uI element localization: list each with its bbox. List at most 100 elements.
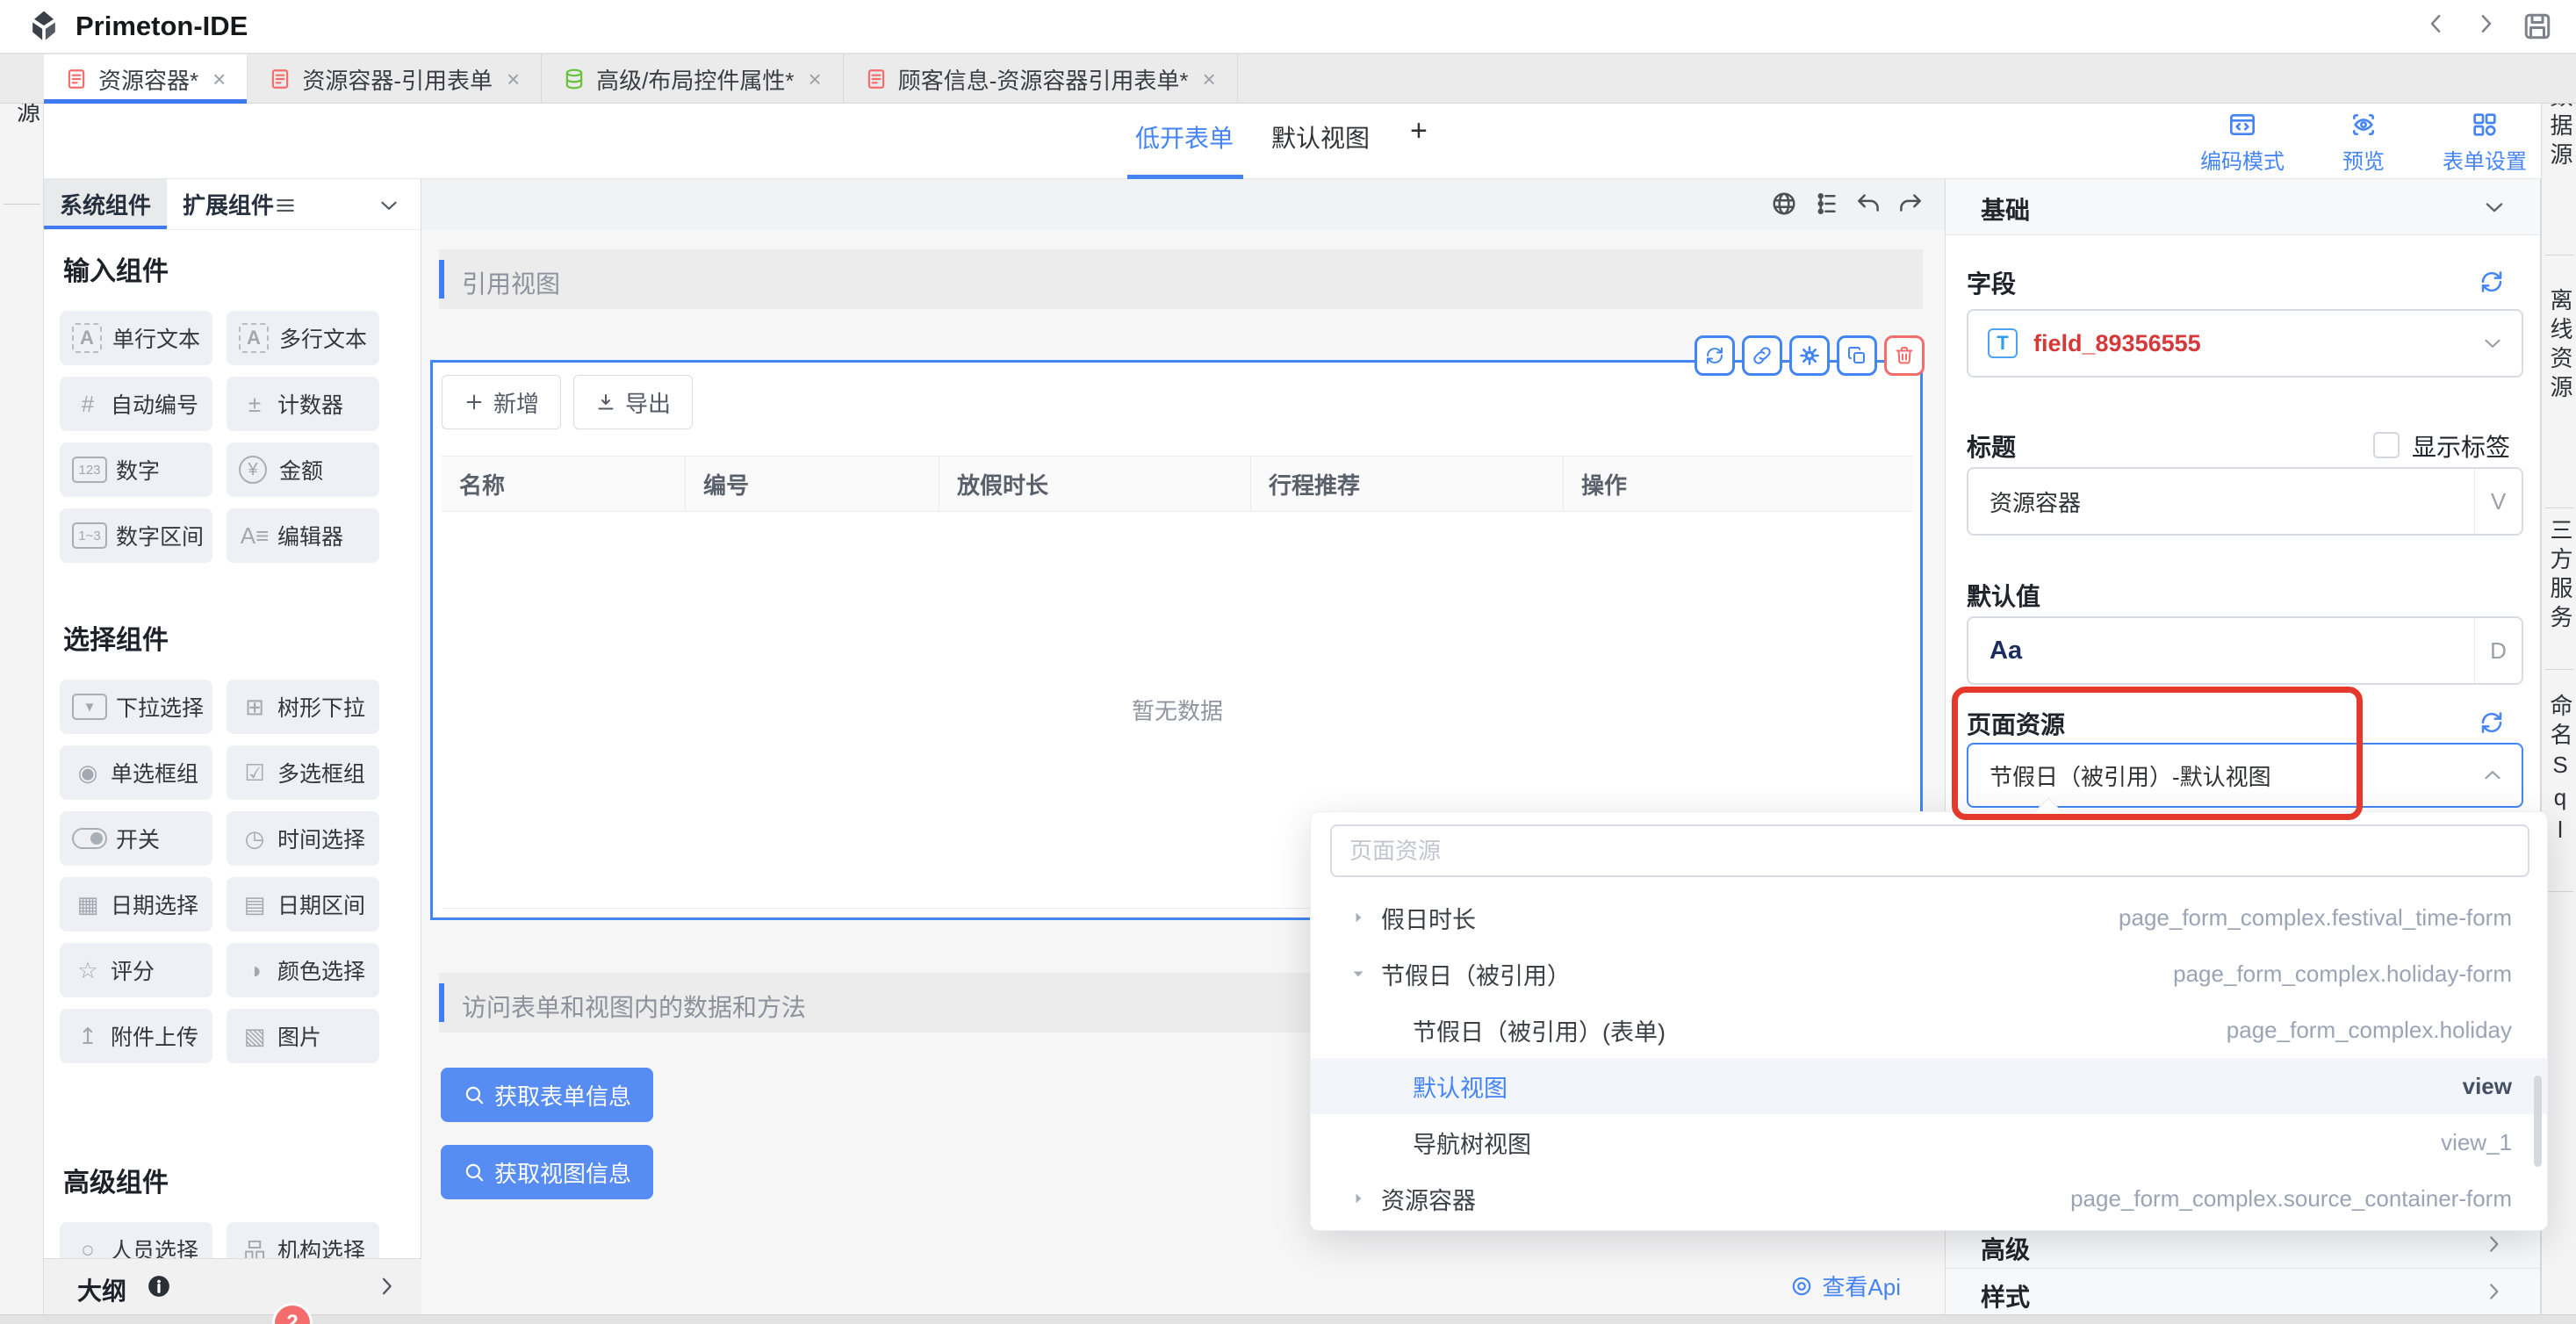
close-icon[interactable]: × [507,68,520,90]
palette-item[interactable]: ⊞树形下拉 [227,680,379,734]
scrollbar-thumb[interactable] [2534,1076,2542,1167]
chevron-down-icon [2481,332,2504,355]
close-icon[interactable]: × [212,68,226,90]
outline-expand-icon[interactable] [374,1274,399,1299]
palette-sections: 输入组件A单行文本A多行文本#自动编号±计数器123数字¥金额1~3数字区间A≡… [44,230,421,1258]
palette-collapse-icon[interactable] [378,194,400,217]
search-icon [463,1161,486,1184]
title-suffix-button[interactable]: V [2474,469,2522,534]
copy-button[interactable] [1837,335,1877,376]
palette-item[interactable]: A单行文本 [60,311,212,365]
palette-item[interactable]: ¥金额 [227,443,379,497]
palette-item[interactable]: ↥附件上传 [60,1009,212,1063]
get-view-info-button[interactable]: 获取视图信息 [441,1145,653,1199]
close-icon[interactable]: × [1202,68,1215,90]
section-style[interactable]: 样式 [1946,1268,2540,1315]
resource-tree-row[interactable]: 导航树视图 view_1 [1311,1114,2547,1170]
resource-tree-row[interactable]: 默认视图view [1311,1058,2547,1114]
resource-search-input[interactable] [1330,824,2529,877]
show-label-checkbox[interactable] [2373,432,2400,458]
link-button[interactable] [1742,335,1782,376]
nav-forward-icon[interactable] [2472,11,2499,42]
palette-item[interactable]: ▦日期选择 [60,877,212,932]
palette-item[interactable]: ◉单选框组 [60,745,212,800]
palette-item[interactable]: ▤日期区间 [227,877,379,932]
horizontal-scrollbar-track[interactable] [0,1314,2576,1324]
editor-tab[interactable]: 资源容器-引用表单× [248,54,542,104]
palette-item[interactable]: ▧图片 [227,1009,379,1063]
field-select[interactable]: T field_89356555 [1967,309,2523,378]
resource-tree-row[interactable]: 假日时长page_form_complex.festival_time-form [1311,889,2547,946]
resource-tree-row[interactable]: 资源容器page_form_complex.source_container-f… [1311,1170,2547,1227]
editor-tab[interactable]: 资源容器*× [44,54,248,104]
palette-item[interactable]: 开关 [60,811,212,866]
title-input[interactable]: 资源容器 V [1967,467,2523,536]
redo-button[interactable] [1897,191,1924,217]
default-value-input[interactable]: Aa D [1967,616,2523,685]
palette-item[interactable]: A多行文本 [227,311,379,365]
nav-back-icon[interactable] [2423,11,2450,42]
palette-item[interactable]: 品机构选择 [227,1222,379,1258]
save-icon[interactable] [2522,11,2553,42]
palette-item[interactable]: ☑多选框组 [227,745,379,800]
resource-refresh-icon[interactable] [2479,709,2505,736]
globe-button[interactable] [1771,191,1797,217]
component-label: 多选框组 [277,757,365,788]
component-icon: ▼ [72,694,107,720]
palette-item[interactable]: #自动编号 [60,377,212,431]
form-settings-button[interactable]: 表单设置 [2443,111,2527,175]
palette-item[interactable]: ☆评分 [60,943,212,997]
editor-tab[interactable]: 顾客信息-资源容器引用表单*× [844,54,1238,104]
right-strip-tab-3[interactable]: 三方服务 [2542,518,2576,634]
code-mode-button[interactable]: 编码模式 [2200,111,2285,175]
view-api-link[interactable]: 查看Api [1790,1270,1901,1302]
canvas-toolbar-icons [1771,191,1924,217]
tab-low-code-form[interactable]: 低开表单 [1135,119,1234,155]
page-resource-select[interactable]: 节假日（被引用）-默认视图 [1967,743,2523,808]
default-suffix-button[interactable]: D [2474,618,2522,683]
gear-button[interactable] [1789,335,1830,376]
preview-button[interactable]: 预览 [2342,111,2385,175]
close-icon[interactable]: × [809,68,822,90]
get-form-info-button[interactable]: 获取表单信息 [441,1068,653,1122]
right-strip-tab-2[interactable]: 离线资源 [2542,288,2576,404]
undo-button[interactable] [1855,191,1882,217]
chevron-down-icon[interactable] [2482,195,2507,219]
refresh-button[interactable] [1695,335,1735,376]
palette-item[interactable]: 123数字 [60,443,212,497]
tree-expanded-caret[interactable] [1349,965,1367,982]
add-row-button[interactable]: 新增 [442,375,561,429]
tree-button[interactable] [1813,191,1839,217]
chevron-up-icon [2481,764,2504,787]
resource-label: 节假日（被引用） [1381,957,1571,991]
header-actions: 编码模式预览表单设置 [2200,111,2527,175]
add-view-button[interactable]: + [1410,114,1428,148]
export-button[interactable]: 导出 [573,375,693,429]
palette-item[interactable]: 1~3数字区间 [60,508,212,563]
palette-item[interactable]: A≡编辑器 [227,508,379,563]
field-refresh-icon[interactable] [2479,269,2505,295]
inspector-header[interactable]: 基础 [1946,179,2540,235]
palette-item[interactable]: ▼下拉选择 [60,680,212,734]
outline-bar[interactable]: 大纲 [44,1258,421,1314]
resource-tree-row[interactable]: 节假日（被引用）(表单)page_form_complex.holiday [1311,1002,2547,1058]
palette-item[interactable]: ±计数器 [227,377,379,431]
tab-default-view[interactable]: 默认视图 [1271,119,1370,155]
trash-button[interactable] [1884,335,1925,376]
palette-menu-icon[interactable] [274,194,297,217]
component-icon [72,828,107,849]
resource-tree-row[interactable]: 节假日（被引用）page_form_complex.holiday-form [1311,946,2547,1002]
palette-item[interactable]: ◷时间选择 [227,811,379,866]
resource-label: 资源容器 [1381,1182,1476,1216]
tree-collapsed-caret[interactable] [1349,909,1367,926]
palette-tab[interactable]: 扩展组件 [167,179,290,229]
editor-tab[interactable]: 高级/布局控件属性*× [542,54,844,104]
tree-collapsed-caret[interactable] [1349,1190,1367,1207]
copy-icon [1846,345,1867,366]
caret-right-icon [1349,909,1367,926]
resource-label: 导航树视图 [1413,1126,1531,1160]
palette-item[interactable]: ◑颜色选择 [227,943,379,997]
resource-code: view_1 [2441,1129,2512,1156]
palette-item[interactable]: ○人员选择 [60,1222,212,1258]
palette-tab[interactable]: 系统组件 [44,179,167,229]
